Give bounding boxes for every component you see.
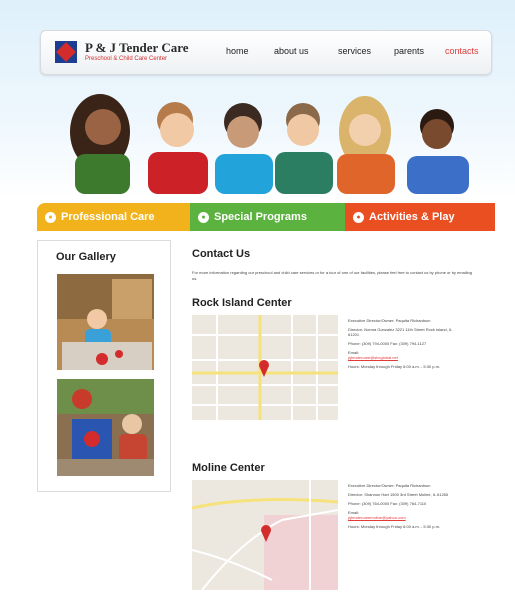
nav-contacts[interactable]: contacts xyxy=(445,46,479,56)
info-line: Phone: (309) 794-0000 Fax: (309) 794-112… xyxy=(348,341,427,346)
center-title-moline: Moline Center xyxy=(192,462,265,474)
info-line: Executive Director/Owner: Paquita Richar… xyxy=(348,483,431,488)
header-bar: P & J Tender Care Preschool & Child Care… xyxy=(40,30,492,75)
email-link[interactable]: pjtendercaremoline@yahoo.com xyxy=(348,515,406,520)
nav-parents[interactable]: parents xyxy=(394,46,424,56)
child-4 xyxy=(275,103,333,194)
email-link[interactable]: pjtendercare@sbcglobal.net xyxy=(348,355,398,360)
info-line: Director: Norma Gonzalez 3221 11th Stree… xyxy=(348,327,453,337)
child-6 xyxy=(407,109,469,194)
info-line: Director: Shannon Hart 1500 3rd Street M… xyxy=(348,492,449,497)
map-moline[interactable] xyxy=(192,480,338,590)
child-2 xyxy=(148,102,208,194)
gallery-photo-1[interactable] xyxy=(57,274,154,370)
logo-subtitle: Preschool & Child Care Center xyxy=(85,56,168,62)
hero-children-photo xyxy=(70,94,469,194)
center-info-rock-island: Executive Director/Owner: Paquita Richar… xyxy=(348,318,458,373)
gallery-photo-2[interactable] xyxy=(57,379,154,476)
page-title: Contact Us xyxy=(192,248,251,260)
tab-activities-play[interactable]: ● Activities & Play xyxy=(345,203,495,231)
gallery-panel: Our Gallery xyxy=(37,240,171,492)
contact-intro: For more information regarding our presc… xyxy=(192,270,472,281)
tab-label: Professional Care xyxy=(61,211,155,223)
activities-bullet-icon: ● xyxy=(353,212,364,223)
programs-bullet-icon: ● xyxy=(198,212,209,223)
info-line: Phone: (309) 764-0000 Fax: (309) 764-711… xyxy=(348,501,427,506)
info-line: Email: pjtendercare@sbcglobal.net xyxy=(348,350,398,360)
child-3 xyxy=(215,103,273,194)
info-line: Hours: Monday through Friday 6:00 a.m. -… xyxy=(348,524,441,529)
child-5 xyxy=(337,96,395,194)
logo-name[interactable]: P & J Tender Care xyxy=(85,40,189,56)
feature-tabs: ● Professional Care ● Special Programs ●… xyxy=(37,203,495,231)
care-bullet-icon: ● xyxy=(45,212,56,223)
map-rock-island[interactable] xyxy=(192,315,338,420)
tab-label: Special Programs xyxy=(214,211,307,223)
tab-special-programs[interactable]: ● Special Programs xyxy=(190,203,345,231)
nav-services[interactable]: services xyxy=(338,46,371,56)
info-line: Executive Director/Owner: Paquita Richar… xyxy=(348,318,431,323)
logo-icon[interactable] xyxy=(55,41,77,63)
info-line: Email: pjtendercaremoline@yahoo.com xyxy=(348,510,406,520)
nav-about-us[interactable]: about us xyxy=(274,46,309,56)
info-line: Hours: Monday through Friday 6:00 a.m. -… xyxy=(348,364,441,369)
nav-home[interactable]: home xyxy=(226,46,249,56)
tab-label: Activities & Play xyxy=(369,211,455,223)
center-title-rock-island: Rock Island Center xyxy=(192,297,292,309)
child-1 xyxy=(70,94,130,194)
tab-professional-care[interactable]: ● Professional Care xyxy=(37,203,190,231)
center-info-moline: Executive Director/Owner: Paquita Richar… xyxy=(348,483,458,533)
gallery-title: Our Gallery xyxy=(56,251,116,263)
